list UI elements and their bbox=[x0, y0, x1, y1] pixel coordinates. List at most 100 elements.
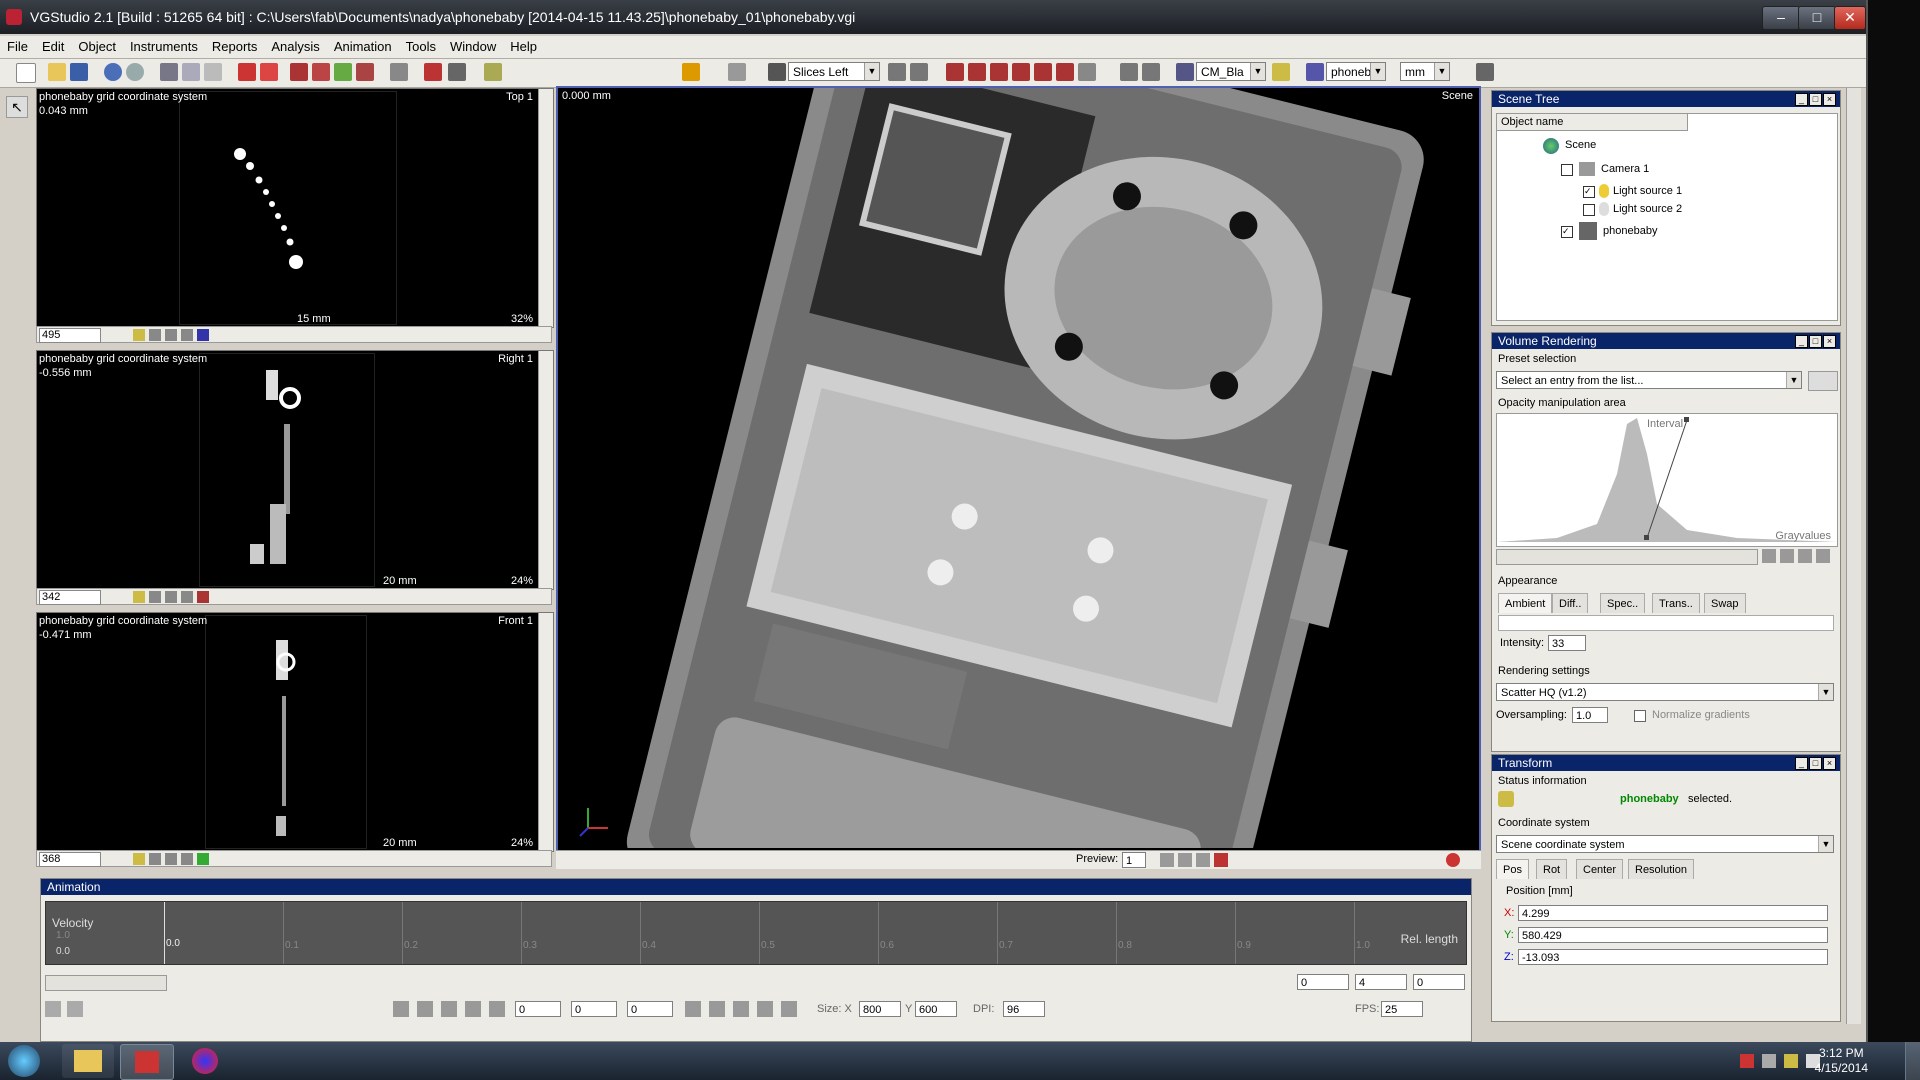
size-y-input[interactable]: 600 bbox=[915, 1001, 957, 1017]
fps-input[interactable]: 25 bbox=[1381, 1001, 1423, 1017]
normalize-gradients-checkbox[interactable] bbox=[1634, 710, 1646, 722]
vr-float-button[interactable]: □ bbox=[1809, 335, 1822, 348]
tab-ambient[interactable]: Ambient bbox=[1498, 593, 1553, 613]
slices-layout-select[interactable]: Slices Left ▼ bbox=[788, 62, 880, 81]
range-start-input[interactable]: 0 bbox=[1297, 974, 1349, 990]
timeline-scrollbar[interactable] bbox=[45, 975, 167, 991]
zoom-out-icon[interactable] bbox=[1816, 549, 1830, 563]
toolbar-overflow-icon[interactable] bbox=[1476, 63, 1494, 81]
save-icon[interactable] bbox=[70, 63, 88, 81]
slice-view-front[interactable]: phonebaby grid coordinate system -0.471 … bbox=[36, 612, 554, 852]
position-x-input[interactable]: 4.299 bbox=[1518, 905, 1828, 921]
histogram-tool1-icon[interactable] bbox=[1762, 549, 1776, 563]
tool-green-icon[interactable] bbox=[334, 63, 352, 81]
rendering-mode-select[interactable]: Scatter HQ (v1.2) ▼ bbox=[1496, 683, 1834, 701]
slice-front-tool3-icon[interactable] bbox=[181, 853, 193, 865]
tree-item-camera[interactable]: Camera 1 bbox=[1601, 163, 1649, 175]
preview-2x-icon[interactable] bbox=[1178, 853, 1192, 867]
view-right-icon[interactable] bbox=[1012, 63, 1030, 81]
slice-right-light-icon[interactable] bbox=[133, 591, 145, 603]
grid-view-icon[interactable] bbox=[888, 63, 906, 81]
new-file-icon[interactable] bbox=[16, 63, 36, 83]
tree-item-light1[interactable]: Light source 1 bbox=[1613, 185, 1682, 197]
link-icon[interactable] bbox=[728, 63, 746, 81]
view-front-icon[interactable] bbox=[946, 63, 964, 81]
last-frame-icon[interactable] bbox=[757, 1001, 773, 1017]
minimize-button[interactable]: – bbox=[1762, 6, 1800, 30]
preview-4x-icon[interactable] bbox=[1160, 853, 1174, 867]
tab-diffuse[interactable]: Diff.. bbox=[1552, 593, 1589, 613]
scene-tree-min-button[interactable]: _ bbox=[1795, 93, 1808, 106]
slice-right-index[interactable]: 342 bbox=[39, 590, 101, 605]
preset-select[interactable]: Select an entry from the list... ▼ bbox=[1496, 371, 1802, 389]
view-back-icon[interactable] bbox=[968, 63, 986, 81]
layout-icon[interactable] bbox=[768, 63, 786, 81]
ruler-icon[interactable] bbox=[448, 63, 466, 81]
cut-icon[interactable] bbox=[160, 63, 178, 81]
vr-close-button[interactable]: × bbox=[1823, 335, 1836, 348]
move-icon[interactable] bbox=[260, 63, 278, 81]
wrench-icon[interactable] bbox=[1272, 63, 1290, 81]
histogram-tool2-icon[interactable] bbox=[1780, 549, 1794, 563]
scene-tree-column-header[interactable]: Object name bbox=[1497, 114, 1688, 131]
tree-item-scene[interactable]: Scene bbox=[1565, 139, 1596, 151]
pointer-tool-icon[interactable]: ↖ bbox=[6, 96, 28, 118]
tab-resolution[interactable]: Resolution bbox=[1628, 859, 1694, 879]
record-icon[interactable] bbox=[781, 1001, 797, 1017]
redo-icon[interactable] bbox=[126, 63, 144, 81]
view-top-icon[interactable] bbox=[1034, 63, 1052, 81]
taskbar-app-icon[interactable] bbox=[180, 1044, 232, 1078]
preset-save-icon[interactable] bbox=[1808, 371, 1838, 391]
tab-center[interactable]: Center bbox=[1576, 859, 1624, 879]
slice-right-tool1-icon[interactable] bbox=[149, 591, 161, 603]
slice-view-right[interactable]: phonebaby grid coordinate system -0.556 … bbox=[36, 350, 554, 590]
view-iso-icon[interactable] bbox=[1078, 63, 1096, 81]
menu-edit[interactable]: Edit bbox=[35, 36, 71, 54]
play-icon[interactable] bbox=[685, 1001, 701, 1017]
opacity-histogram[interactable]: Interval Grayvalues bbox=[1496, 413, 1838, 547]
slice-top-tool1-icon[interactable] bbox=[149, 329, 161, 341]
slice-front-axis-icon[interactable] bbox=[197, 853, 209, 865]
range-mid-input[interactable]: 4 bbox=[1355, 974, 1407, 990]
menu-help[interactable]: Help bbox=[503, 36, 544, 54]
slice-top-scrollbar[interactable] bbox=[538, 89, 553, 327]
render-icon[interactable] bbox=[682, 63, 700, 81]
tool-gray-icon[interactable] bbox=[390, 63, 408, 81]
ambient-color-bar[interactable] bbox=[1498, 615, 1834, 631]
scene-tree-close-button[interactable]: × bbox=[1823, 93, 1836, 106]
tool-red-3-icon[interactable] bbox=[356, 63, 374, 81]
phonebaby-checkbox[interactable]: ✓ bbox=[1561, 226, 1573, 238]
unit-select[interactable]: mm ▼ bbox=[1400, 62, 1450, 81]
slice-top-tool2-icon[interactable] bbox=[165, 329, 177, 341]
dpi-input[interactable]: 96 bbox=[1003, 1001, 1045, 1017]
slice-right-tool3-icon[interactable] bbox=[181, 591, 193, 603]
close-button[interactable]: ✕ bbox=[1834, 6, 1866, 30]
menu-instruments[interactable]: Instruments bbox=[123, 36, 205, 54]
slice-right-axis-icon[interactable] bbox=[197, 591, 209, 603]
slice-front-tool1-icon[interactable] bbox=[149, 853, 161, 865]
play-back-icon[interactable] bbox=[489, 1001, 505, 1017]
select-tool-icon[interactable] bbox=[484, 63, 502, 81]
tab-pos[interactable]: Pos bbox=[1496, 859, 1529, 879]
light1-checkbox[interactable]: ✓ bbox=[1583, 186, 1595, 198]
slice-top-axis-icon[interactable] bbox=[197, 329, 209, 341]
clock[interactable]: 3:12 PM 4/15/2014 bbox=[1815, 1046, 1868, 1076]
range-end-input[interactable]: 0 bbox=[1413, 974, 1465, 990]
scene-tree-float-button[interactable]: □ bbox=[1809, 93, 1822, 106]
next-key-icon[interactable] bbox=[733, 1001, 749, 1017]
histogram-scrollbar[interactable] bbox=[1496, 549, 1758, 565]
tray-network-icon[interactable] bbox=[1762, 1054, 1776, 1068]
menu-animation[interactable]: Animation bbox=[327, 36, 399, 54]
frame-input-3[interactable]: 0 bbox=[627, 1001, 673, 1017]
slice-right-scrollbar[interactable] bbox=[538, 351, 553, 589]
frame-input-2[interactable]: 0 bbox=[571, 1001, 617, 1017]
tab-swap[interactable]: Swap bbox=[1704, 593, 1746, 613]
start-button-icon[interactable] bbox=[8, 1045, 40, 1077]
first-frame-icon[interactable] bbox=[417, 1001, 433, 1017]
coordinate-system-select[interactable]: Scene coordinate system ▼ bbox=[1496, 835, 1834, 853]
menu-reports[interactable]: Reports bbox=[205, 36, 265, 54]
zoom-in-icon[interactable] bbox=[1798, 549, 1812, 563]
slice-right-tool2-icon[interactable] bbox=[165, 591, 177, 603]
slice-front-tool2-icon[interactable] bbox=[165, 853, 177, 865]
stop-render-icon[interactable] bbox=[1446, 853, 1460, 867]
